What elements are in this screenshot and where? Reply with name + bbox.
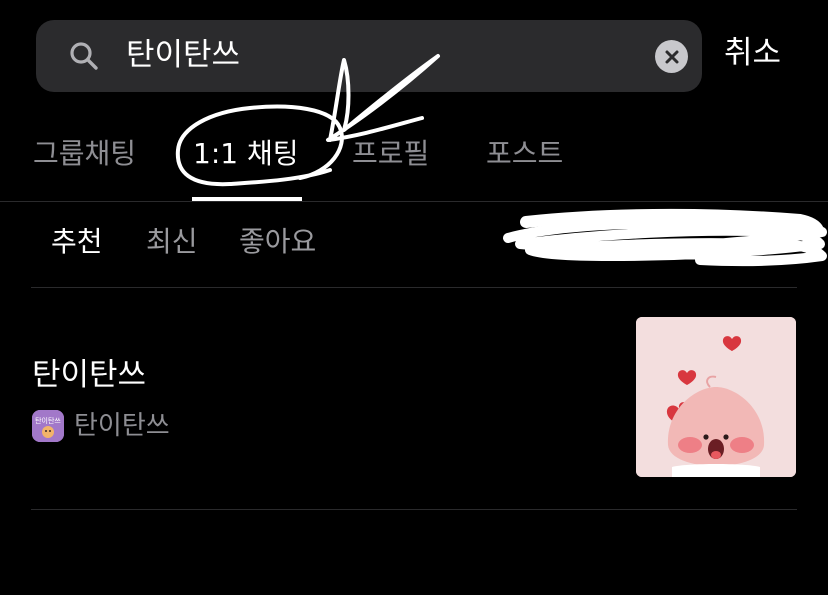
avatar-text: 탄이탄쓰 (35, 416, 61, 425)
search-input[interactable]: 탄이탄쓰 (126, 35, 240, 75)
tab-one-on-one-chat[interactable]: 1:1 채팅 (193, 134, 298, 174)
tab-profile[interactable]: 프로필 (352, 134, 429, 174)
avatar: 탄이탄쓰 (32, 410, 64, 442)
divider (31, 287, 797, 288)
result-thumbnail[interactable] (636, 317, 796, 477)
cancel-button[interactable]: 취소 (724, 33, 781, 73)
result-owner: 탄이탄쓰 탄이탄쓰 (32, 410, 170, 442)
clear-icon[interactable] (655, 40, 688, 73)
avatar-image: 탄이탄쓰 (32, 410, 64, 442)
tab-post[interactable]: 포스트 (486, 134, 563, 174)
result-tabs: 그룹채팅 1:1 채팅 프로필 포스트 (0, 128, 828, 202)
sort-latest[interactable]: 최신 (146, 222, 198, 262)
filter-dropdown[interactable] (532, 226, 552, 262)
chevron-down-icon (533, 239, 551, 250)
result-owner-name: 탄이탄쓰 (74, 411, 170, 441)
sort-likes[interactable]: 좋아요 (239, 222, 316, 262)
result-title[interactable]: 탄이탄쓰 (32, 355, 146, 395)
close-icon (665, 50, 678, 63)
tab-group-chat[interactable]: 그룹채팅 (33, 134, 136, 174)
divider (31, 509, 797, 510)
apeach-sticker-image (636, 317, 796, 477)
search-bar[interactable]: 탄이탄쓰 (36, 20, 702, 92)
divider (0, 201, 828, 202)
sort-recommended[interactable]: 추천 (51, 222, 103, 262)
search-icon (70, 42, 98, 70)
sort-options: 추천 최신 좋아요 (0, 222, 828, 266)
